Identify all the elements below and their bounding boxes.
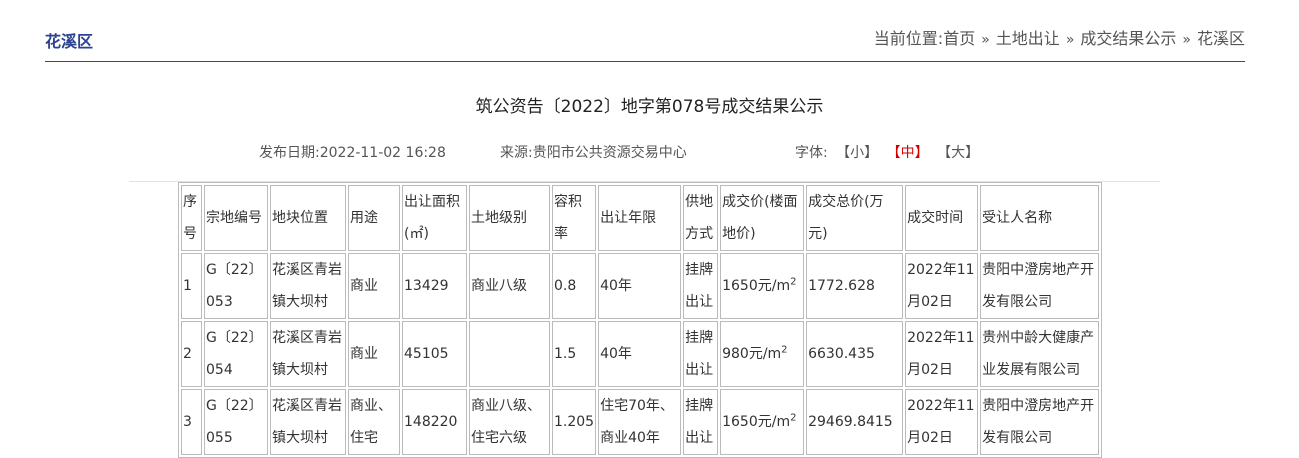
source-label: 来源: [500,145,533,161]
breadcrumb-land-transfer[interactable]: 土地出让 [996,29,1060,48]
header-cell: 出让年限 [598,185,682,251]
cell-term: 40年 [598,253,682,319]
unit-price-sup: 2 [790,276,797,288]
cell-area: 148220 [402,389,467,455]
unit-price-text: 1650元/m [722,278,791,294]
breadcrumb-results[interactable]: 成交结果公示 [1080,29,1176,48]
publish-date-label: 发布日期: [259,145,320,161]
table-row: 2 G〔22〕054 花溪区青岩镇大坝村 商业 45105 1.5 40年 挂牌… [181,321,1100,387]
cell-grade [469,321,550,387]
header-cell: 成交总价(万元) [806,185,904,251]
publish-date: 发布日期:2022-11-02 16:28 [259,142,446,162]
cell-use: 商业 [348,253,400,319]
font-size-large-button[interactable]: 【大】 [937,145,979,161]
header-cell: 成交价(楼面地价) [720,185,805,251]
cell-date: 2022年11月02日 [905,389,979,455]
page-header: 花溪区 当前位置:首页 » 土地出让 » 成交结果公示 » 花溪区 [45,0,1245,62]
cell-term: 住宅70年、商业40年 [598,389,682,455]
cell-location: 花溪区青岩镇大坝村 [270,321,346,387]
cell-grade: 商业八级、住宅六级 [469,389,550,455]
cell-total: 6630.435 [806,321,904,387]
cell-grade: 商业八级 [469,253,550,319]
cell-area: 13429 [402,253,467,319]
breadcrumb-separator-icon: » [981,32,990,48]
cell-method: 挂牌出让 [683,321,719,387]
breadcrumb-home[interactable]: 首页 [943,29,975,48]
font-size-switcher: 字体: 【小】 【中】 【大】 [795,142,979,162]
source-value: 贵阳市公共资源交易中心 [532,145,687,161]
cell-buyer: 贵阳中澄房地产开发有限公司 [980,389,1100,455]
cell-buyer: 贵州中龄大健康产业发展有限公司 [980,321,1100,387]
cell-far: 1.205 [552,389,597,455]
cell-unit-price: 980元/m2 [720,321,805,387]
breadcrumb-separator-icon: » [1065,32,1075,48]
cell-code: G〔22〕053 [204,253,268,319]
font-size-label: 字体: [795,145,828,161]
cell-no: 2 [181,321,202,387]
cell-location: 花溪区青岩镇大坝村 [270,389,346,455]
header-cell: 受让人名称 [980,185,1100,251]
unit-price-sup: 2 [781,344,788,356]
cell-total: 29469.8415 [806,389,904,455]
table-row: 3 G〔22〕055 花溪区青岩镇大坝村 商业、住宅 148220 商业八级、住… [181,389,1100,455]
header-cell: 出让面积(㎡) [402,185,467,251]
header-cell: 土地级别 [469,185,550,251]
cell-far: 0.8 [552,253,597,319]
cell-far: 1.5 [552,321,597,387]
cell-term: 40年 [598,321,682,387]
header-cell: 宗地编号 [204,185,268,251]
cell-method: 挂牌出让 [683,389,719,455]
section-title-link[interactable]: 花溪区 [45,28,93,52]
cell-no: 1 [181,253,202,319]
cell-location: 花溪区青岩镇大坝村 [270,253,346,319]
breadcrumb-current[interactable]: 花溪区 [1197,29,1245,48]
breadcrumb: 当前位置:首页 » 土地出让 » 成交结果公示 » 花溪区 [874,25,1245,49]
header-cell: 序号 [181,185,202,251]
header-cell: 供地方式 [683,185,719,251]
cell-code: G〔22〕054 [204,321,268,387]
header-cell: 用途 [348,185,400,251]
cell-buyer: 贵阳中澄房地产开发有限公司 [980,253,1100,319]
breadcrumb-separator-icon: » [1182,32,1191,48]
cell-use: 商业 [348,321,400,387]
cell-no: 3 [181,389,202,455]
header-cell: 地块位置 [270,185,346,251]
font-size-medium-button[interactable]: 【中】 [887,145,929,161]
header-cell: 成交时间 [905,185,979,251]
header-cell: 容积率 [552,185,597,251]
cell-method: 挂牌出让 [683,253,719,319]
cell-date: 2022年11月02日 [905,253,979,319]
unit-price-text: 980元/m [722,346,782,362]
cell-area: 45105 [402,321,467,387]
document-title: 筑公资告〔2022〕地字第078号成交结果公示 [475,97,824,117]
source: 来源:贵阳市公共资源交易中心 [500,142,687,162]
results-table: 序号 宗地编号 地块位置 用途 出让面积(㎡) 土地级别 容积率 出让年限 供地… [178,182,1103,458]
cell-total: 1772.628 [806,253,904,319]
cell-use: 商业、住宅 [348,389,400,455]
unit-price-sup: 2 [790,412,797,424]
table-row: 1 G〔22〕053 花溪区青岩镇大坝村 商业 13429 商业八级 0.8 4… [181,253,1100,319]
cell-code: G〔22〕055 [204,389,268,455]
cell-date: 2022年11月02日 [905,321,979,387]
cell-unit-price: 1650元/m2 [720,389,805,455]
font-size-small-button[interactable]: 【小】 [836,145,878,161]
cell-unit-price: 1650元/m2 [720,253,805,319]
unit-price-text: 1650元/m [722,414,791,430]
publish-date-value: 2022-11-02 16:28 [319,145,446,161]
table-header-row: 序号 宗地编号 地块位置 用途 出让面积(㎡) 土地级别 容积率 出让年限 供地… [181,185,1100,251]
breadcrumb-prefix: 当前位置: [873,29,944,48]
